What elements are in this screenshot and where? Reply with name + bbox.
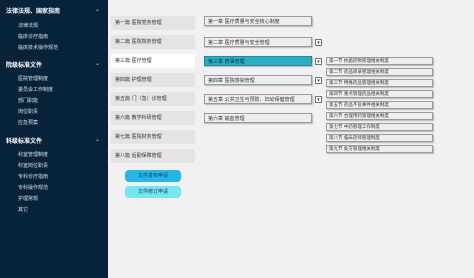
section-item[interactable]: 第三节 特殊药品管理相关制度 bbox=[326, 79, 433, 87]
section-item[interactable]: 第九节 处方管理相关制度 bbox=[326, 145, 433, 153]
section-item[interactable]: 第六节 合理用药管理相关制度 bbox=[326, 112, 433, 120]
sidebar-item-dept-rules[interactable]: 科室管理制度 bbox=[18, 151, 48, 158]
part-item[interactable]: 第六篇 教学科研管理 bbox=[111, 111, 195, 125]
sidebar-section-hospital[interactable]: 院级标准文件 bbox=[6, 60, 42, 69]
part-item[interactable]: 第四篇 护理管理 bbox=[111, 73, 195, 87]
sidebar-section-laws[interactable]: 法律法规、国家指南 bbox=[6, 6, 60, 15]
chevron-down-icon[interactable]: ▾ bbox=[315, 77, 322, 84]
chevron-down-icon[interactable]: ⌄ bbox=[95, 136, 100, 143]
chevron-down-icon[interactable]: ⌄ bbox=[95, 6, 100, 13]
part-item-selected[interactable]: 第三篇 医疗管理 bbox=[111, 54, 195, 68]
part-item[interactable]: 第一篇 医院党务管理 bbox=[111, 16, 195, 30]
sidebar-item-specialty-spec[interactable]: 专科操作规范 bbox=[18, 184, 48, 191]
sidebar-item-laws[interactable]: 法律法规 bbox=[18, 22, 38, 29]
sidebar-item-clinical-guide[interactable]: 临床诊疗指南 bbox=[18, 33, 48, 40]
part-item[interactable]: 第二篇 医院院务管理 bbox=[111, 35, 195, 49]
sidebar-item-job-duty[interactable]: 岗位职责 bbox=[18, 108, 38, 115]
sidebar-item-hospital-rules[interactable]: 医院管理制度 bbox=[18, 75, 48, 82]
chapter-item[interactable]: 第一章 医疗质量与安全核心制度 bbox=[204, 16, 312, 26]
chapter-item[interactable]: 第五章 公共卫生与预防、妇幼保健管理 bbox=[204, 94, 312, 104]
sidebar-item-nursing[interactable]: 护理常规 bbox=[18, 195, 38, 202]
chapter-item-selected[interactable]: 第三章 药事管理 bbox=[204, 56, 312, 66]
sidebar-item-dept-duty[interactable]: 科室岗位职责 bbox=[18, 162, 48, 169]
sidebar-item-tech-spec[interactable]: 临床技术操作规范 bbox=[18, 44, 58, 51]
section-item[interactable]: 第一节 抗菌药物管理相关制度 bbox=[326, 57, 433, 65]
sidebar-item-emergency[interactable]: 应急预案 bbox=[18, 119, 38, 126]
part-item[interactable]: 第五篇 门（急）诊管理 bbox=[111, 92, 195, 106]
section-item[interactable]: 第五节 药品不良事件相关制度 bbox=[326, 101, 433, 109]
part-item[interactable]: 第八篇 后勤保障管理 bbox=[111, 149, 195, 163]
sidebar-item-dept-function[interactable]: 部门职能 bbox=[18, 97, 38, 104]
sidebar: 法律法规、国家指南 ⌄ 法律法规 临床诊疗指南 临床技术操作规范 院级标准文件 … bbox=[0, 0, 108, 278]
chapter-item[interactable]: 第六章 输血管理 bbox=[204, 113, 312, 123]
section-item[interactable]: 第二节 药品目录管理相关制度 bbox=[326, 68, 433, 76]
section-item[interactable]: 第八节 临床药师管理制度 bbox=[326, 134, 433, 142]
sidebar-item-other[interactable]: 其它 bbox=[18, 206, 28, 213]
chevron-down-icon[interactable]: ▾ bbox=[315, 39, 322, 46]
sidebar-item-specialty-guide[interactable]: 专科诊疗指南 bbox=[18, 173, 48, 180]
section-item[interactable]: 第四节 重点管理药品相关制度 bbox=[326, 90, 433, 98]
sidebar-item-committee[interactable]: 委员会工作制度 bbox=[18, 86, 53, 93]
chapter-item[interactable]: 第四章 医院感染管理 bbox=[204, 75, 312, 85]
chapter-item[interactable]: 第二章 医疗质量与安全管理 bbox=[204, 37, 312, 47]
part-item[interactable]: 第七篇 医院财务管理 bbox=[111, 130, 195, 144]
publish-request-button[interactable]: 文件发布申请 bbox=[125, 170, 181, 182]
sidebar-section-dept[interactable]: 科级标准文件 bbox=[6, 136, 42, 145]
chevron-down-icon[interactable]: ▾ bbox=[315, 96, 322, 103]
chevron-down-icon[interactable]: ▾ bbox=[315, 58, 322, 65]
section-item[interactable]: 第七节 中药管理工作制度 bbox=[326, 123, 433, 131]
revise-request-button[interactable]: 文件修订申请 bbox=[125, 186, 181, 198]
chevron-down-icon[interactable]: ⌄ bbox=[95, 60, 100, 67]
